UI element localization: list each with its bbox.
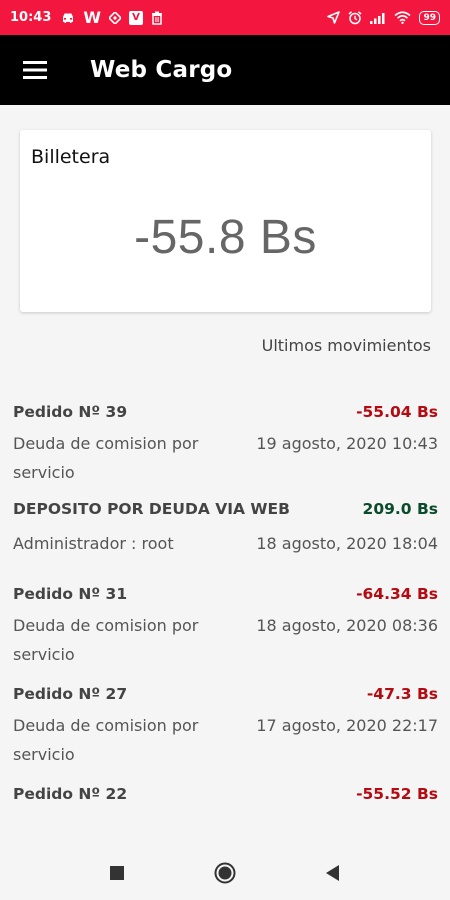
status-bar: 10:43 W V 99 (0, 0, 450, 35)
recent-movements-title: Ultimos movimientos (261, 336, 431, 355)
movement-description: Administrador : root (13, 534, 174, 553)
diamond-icon (109, 11, 122, 24)
list-item[interactable]: Pedido Nº 22 -55.52 Bs (0, 777, 450, 811)
hamburger-menu-icon (23, 61, 47, 79)
movement-description: Deuda de comision por servicio (13, 716, 199, 764)
signal-icon (370, 12, 386, 24)
movement-amount: -55.52 Bs (356, 785, 438, 803)
list-item[interactable]: DEPOSITO POR DEUDA VIA WEB 209.0 Bs Admi… (0, 495, 450, 558)
battery-icon: 99 (419, 10, 440, 25)
wifi-icon (394, 11, 411, 24)
car-icon (61, 12, 75, 24)
movement-date: 18 agosto, 2020 08:36 (256, 616, 438, 635)
movement-title: Pedido Nº 31 (13, 585, 128, 603)
movement-title: DEPOSITO POR DEUDA VIA WEB (13, 500, 290, 518)
back-button[interactable] (318, 858, 348, 888)
app-bar: Web Cargo (0, 35, 450, 105)
home-circle-icon (214, 862, 236, 883)
movement-date: 17 agosto, 2020 22:17 (256, 716, 438, 735)
list-item[interactable]: Pedido Nº 27 -47.3 Bs Deuda de comision … (0, 677, 450, 769)
movement-amount: 209.0 Bs (362, 500, 438, 518)
movement-title: Pedido Nº 22 (13, 785, 128, 803)
movement-date: 18 agosto, 2020 18:04 (256, 534, 438, 553)
list-item[interactable]: Pedido Nº 31 -64.34 Bs Deuda de comision… (0, 577, 450, 669)
recents-button[interactable] (102, 858, 132, 888)
movement-description: Deuda de comision por servicio (13, 434, 199, 482)
movement-amount: -55.04 Bs (356, 403, 438, 421)
system-nav-bar (0, 845, 450, 900)
back-triangle-icon (326, 864, 339, 881)
movement-title: Pedido Nº 27 (13, 685, 128, 703)
movement-date: 19 agosto, 2020 10:43 (256, 434, 438, 453)
movements-list[interactable]: Pedido Nº 39 -55.04 Bs Deuda de comision… (0, 395, 450, 845)
v-app-icon: V (129, 10, 144, 25)
w-app-icon: W (83, 8, 102, 27)
menu-button[interactable] (0, 35, 70, 105)
location-arrow-icon (327, 11, 341, 24)
movement-amount: -47.3 Bs (366, 685, 438, 703)
alarm-icon (348, 10, 362, 25)
status-time: 10:43 (10, 10, 52, 25)
movement-title: Pedido Nº 39 (13, 403, 128, 421)
recents-square-icon (110, 865, 124, 880)
list-item[interactable]: Pedido Nº 39 -55.04 Bs Deuda de comision… (0, 395, 450, 487)
movement-description: Deuda de comision por servicio (13, 616, 199, 664)
home-button[interactable] (210, 858, 240, 888)
movement-amount: -64.34 Bs (356, 585, 438, 603)
wallet-balance: -55.8 Bs (134, 211, 317, 264)
wallet-title: Billetera (31, 146, 111, 168)
wallet-card: Billetera -55.8 Bs (20, 130, 431, 312)
trash-icon (151, 11, 163, 25)
app-title: Web Cargo (90, 57, 233, 83)
